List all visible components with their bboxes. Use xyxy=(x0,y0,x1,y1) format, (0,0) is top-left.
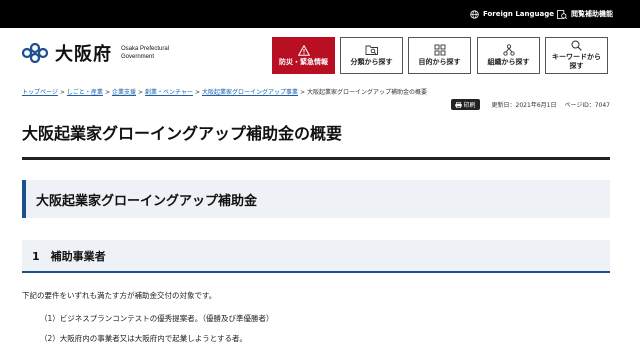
foreign-language-label: Foreign Language xyxy=(483,10,554,18)
site-logo[interactable]: 大阪府 Osaka Prefectural Government xyxy=(22,40,169,66)
section-heading-text: 大阪起業家グローイングアップ補助金 xyxy=(36,193,258,209)
site-header: 大阪府 Osaka Prefectural Government 防災・緊急情報… xyxy=(0,28,640,80)
printer-icon xyxy=(454,101,462,108)
breadcrumb-link-growing-up[interactable]: 大阪起業家グローイングアップ事業 xyxy=(202,89,298,96)
accessibility-label: 閲覧補助機能 xyxy=(571,10,613,18)
section-heading: 大阪起業家グローイングアップ補助金 xyxy=(22,180,610,218)
logo-english: Osaka Prefectural Government xyxy=(121,46,170,60)
top-utility-bar: Foreign Language 閲覧補助機能 xyxy=(0,0,640,28)
globe-icon xyxy=(470,9,479,19)
accessibility-link[interactable]: 閲覧補助機能 xyxy=(557,0,613,28)
breadcrumb-link-top[interactable]: トップページ xyxy=(22,89,58,96)
page-meta: 印刷 更新日：2021年6月1日 ページID：7047 xyxy=(450,99,610,110)
subsection-heading: 1 補助事業者 xyxy=(22,240,610,273)
foreign-language-link[interactable]: Foreign Language xyxy=(470,0,554,28)
org-chart-icon xyxy=(502,44,515,56)
list-item: （1）ビジネスプランコンテストの優秀提案者。（優勝及び準優勝者） xyxy=(40,314,274,323)
title-divider xyxy=(22,157,610,160)
breadcrumb-link-business-support[interactable]: 企業支援 xyxy=(112,89,136,96)
emergency-info-button[interactable]: 防災・緊急情報 xyxy=(272,37,335,74)
search-by-keyword-button[interactable]: キーワードから 探す xyxy=(545,37,608,74)
subsection-heading-text: 1 補助事業者 xyxy=(32,249,106,263)
breadcrumb-current: 大阪起業家グローイングアップ補助金の概要 xyxy=(307,89,428,96)
search-by-purpose-button[interactable]: 目的から探す xyxy=(408,37,471,74)
page-title: 大阪起業家グローイングアップ補助金の概要 xyxy=(22,124,343,143)
search-by-category-button[interactable]: 分類から探す xyxy=(340,37,403,74)
warning-icon xyxy=(297,44,310,56)
breadcrumb-link-work-industry[interactable]: しごと・産業 xyxy=(67,89,103,96)
updated-date: 更新日：2021年6月1日 xyxy=(491,102,557,109)
breadcrumb: トップページ > しごと・産業 > 企業支援 > 創業・ベンチャー > 大阪起業家グローイングア… xyxy=(22,89,428,96)
grid-icon xyxy=(434,44,445,56)
body-paragraph: 下記の要件をいずれも満たす方が補助金交付の対象です。 xyxy=(22,291,217,300)
folder-search-icon xyxy=(365,45,378,55)
page-id: ページID：7047 xyxy=(564,102,610,109)
print-button[interactable]: 印刷 xyxy=(450,99,480,110)
search-by-organization-button[interactable]: 組織から探す xyxy=(477,37,540,74)
osaka-logo-icon xyxy=(22,43,49,63)
logo-text: 大阪府 xyxy=(55,44,112,65)
breadcrumb-link-startup[interactable]: 創業・ベンチャー xyxy=(145,89,193,96)
list-item: （2）大阪府内の事業者又は大阪府内で起業しようとする者。 xyxy=(40,334,248,343)
search-icon xyxy=(571,40,582,51)
accessibility-icon xyxy=(557,9,567,19)
